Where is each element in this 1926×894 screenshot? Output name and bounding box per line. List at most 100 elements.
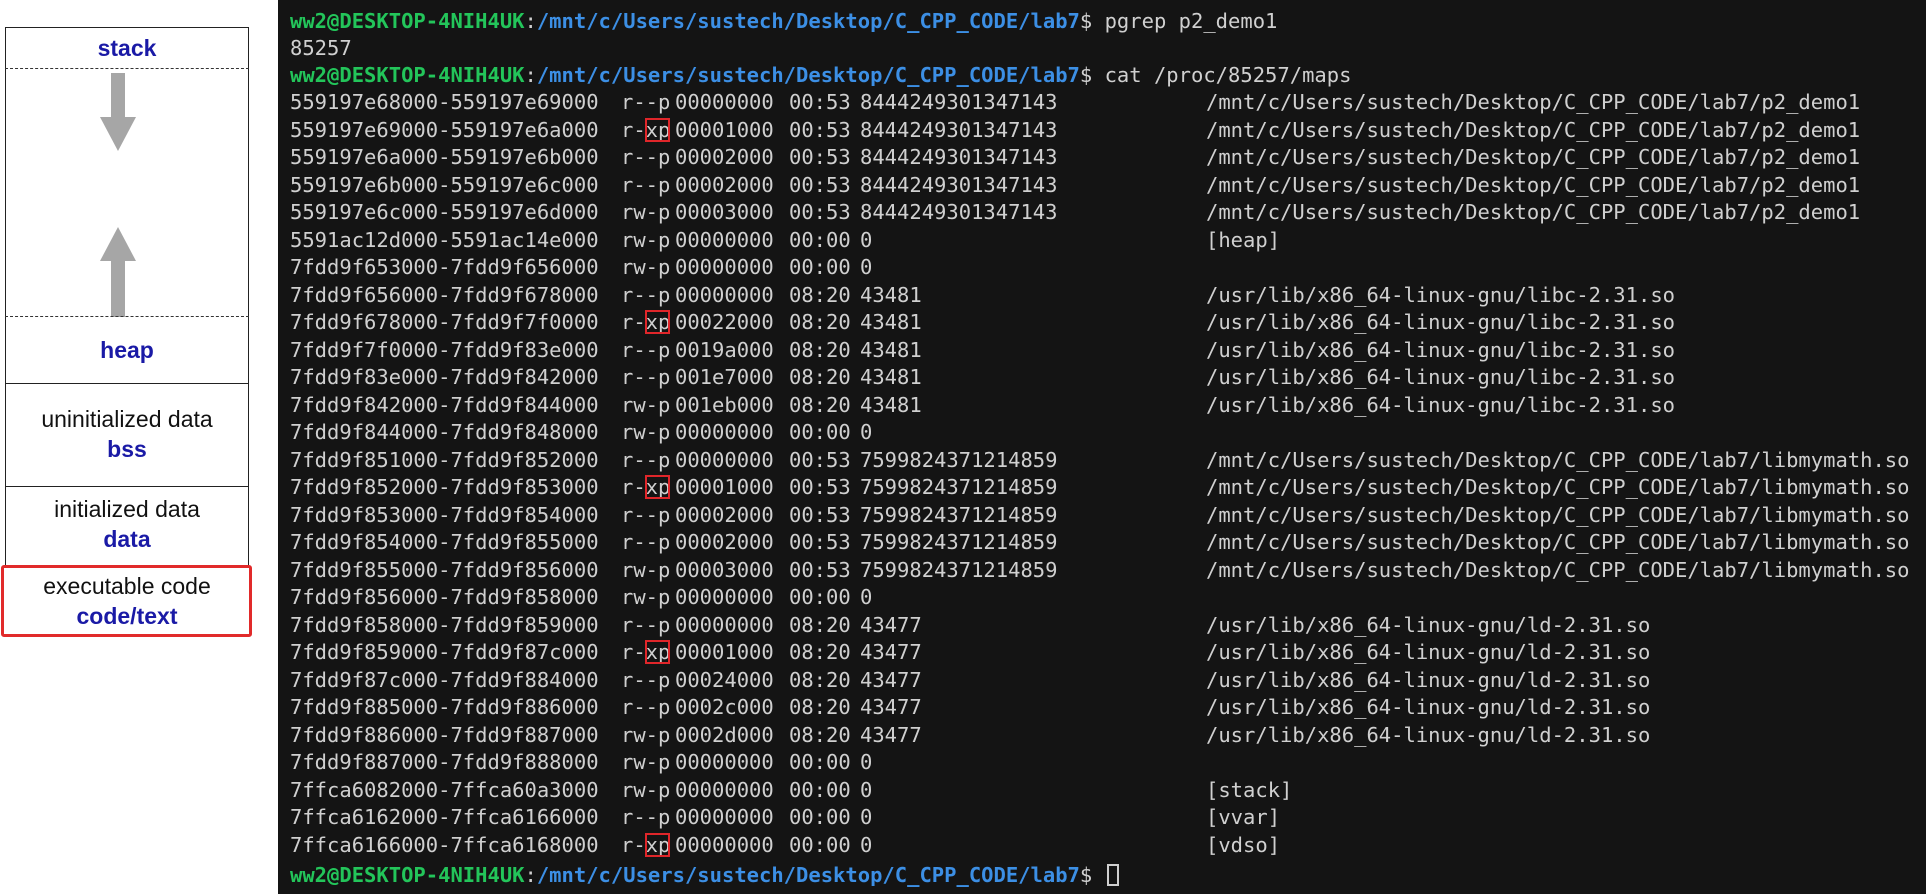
maps-row: 7fdd9f886000-7fdd9f887000rw-p0002d00008:… — [290, 722, 1650, 749]
maps-device: 08:20 — [789, 282, 860, 309]
stack-boundary-line — [5, 68, 249, 69]
maps-permissions: r-xp — [621, 832, 675, 859]
maps-permissions: rw-p — [621, 419, 675, 446]
maps-device: 00:00 — [789, 749, 860, 776]
maps-permissions: r--p — [621, 172, 675, 199]
maps-row: 7fdd9f851000-7fdd9f852000r--p0000000000:… — [290, 447, 1910, 474]
maps-pathname: /mnt/c/Users/sustech/Desktop/C_CPP_CODE/… — [1206, 529, 1910, 556]
maps-permissions: r-xp — [621, 639, 675, 666]
maps-device: 00:53 — [789, 447, 860, 474]
maps-permissions: rw-p — [621, 254, 675, 281]
maps-offset: 0002d000 — [675, 722, 789, 749]
maps-inode: 0 — [860, 804, 1206, 831]
maps-offset: 0002c000 — [675, 694, 789, 721]
maps-row: 7fdd9f842000-7fdd9f844000rw-p001eb00008:… — [290, 392, 1675, 419]
maps-row: 7fdd9f844000-7fdd9f848000rw-p0000000000:… — [290, 419, 1206, 446]
prompt-path: /mnt/c/Users/sustech/Desktop/C_CPP_CODE/… — [537, 63, 1080, 87]
maps-offset: 00003000 — [675, 199, 789, 226]
maps-inode: 8444249301347143 — [860, 172, 1206, 199]
maps-row: 7fdd9f858000-7fdd9f859000r--p0000000008:… — [290, 612, 1650, 639]
maps-device: 00:00 — [789, 227, 860, 254]
maps-inode: 43477 — [860, 639, 1206, 666]
maps-inode: 43481 — [860, 337, 1206, 364]
maps-inode: 0 — [860, 584, 1206, 611]
maps-device: 00:00 — [789, 584, 860, 611]
maps-inode: 43481 — [860, 392, 1206, 419]
maps-address-range: 7fdd9f678000-7fdd9f7f0000 — [290, 309, 621, 336]
maps-offset: 00002000 — [675, 144, 789, 171]
maps-address-range: 7fdd9f853000-7fdd9f854000 — [290, 502, 621, 529]
maps-row: 559197e6c000-559197e6d000rw-p0000300000:… — [290, 199, 1860, 226]
data-segment: initialized data data — [5, 494, 249, 554]
maps-row: 7fdd9f855000-7fdd9f856000rw-p0000300000:… — [290, 557, 1910, 584]
maps-row: 7fdd9f656000-7fdd9f678000r--p0000000008:… — [290, 282, 1675, 309]
maps-address-range: 559197e68000-559197e69000 — [290, 89, 621, 116]
maps-offset: 001e7000 — [675, 364, 789, 391]
maps-address-range: 7fdd9f885000-7fdd9f886000 — [290, 694, 621, 721]
pgrep-output: 85257 — [290, 35, 352, 62]
maps-permissions: r--p — [621, 667, 675, 694]
maps-address-range: 7fdd9f851000-7fdd9f852000 — [290, 447, 621, 474]
maps-permissions: r--p — [621, 144, 675, 171]
maps-pathname: /mnt/c/Users/sustech/Desktop/C_CPP_CODE/… — [1206, 89, 1860, 116]
maps-address-range: 7fdd9f83e000-7fdd9f842000 — [290, 364, 621, 391]
maps-permissions: r--p — [621, 804, 675, 831]
maps-permissions: r--p — [621, 612, 675, 639]
maps-device: 00:00 — [789, 804, 860, 831]
maps-row: 7fdd9f852000-7fdd9f853000r-xp0000100000:… — [290, 474, 1910, 501]
maps-inode: 43477 — [860, 694, 1206, 721]
maps-pathname: /usr/lib/x86_64-linux-gnu/ld-2.31.so — [1206, 612, 1650, 639]
terminal-cursor[interactable] — [1107, 864, 1119, 886]
memory-layout-diagram: stack heap uninitialized data bss initia… — [0, 0, 270, 894]
maps-offset: 001eb000 — [675, 392, 789, 419]
maps-pathname: /usr/lib/x86_64-linux-gnu/ld-2.31.so — [1206, 667, 1650, 694]
maps-row: 7fdd9f653000-7fdd9f656000rw-p0000000000:… — [290, 254, 1206, 281]
bss-label: bss — [5, 434, 249, 464]
code-segment-highlight — [1, 565, 252, 637]
command-text: cat /proc/85257/maps — [1105, 63, 1352, 87]
maps-offset: 00001000 — [675, 474, 789, 501]
prompt-line-active[interactable]: ww2@DESKTOP-4NIH4UK:/mnt/c/Users/sustech… — [290, 862, 1119, 889]
maps-offset: 00000000 — [675, 227, 789, 254]
prompt-separator: : — [525, 863, 537, 887]
maps-pathname: [stack] — [1206, 777, 1292, 804]
maps-row: 7fdd9f678000-7fdd9f7f0000r-xp0002200008:… — [290, 309, 1675, 336]
maps-permissions: r--p — [621, 337, 675, 364]
maps-inode: 7599824371214859 — [860, 474, 1206, 501]
maps-pathname: /usr/lib/x86_64-linux-gnu/libc-2.31.so — [1206, 364, 1675, 391]
maps-pathname: /usr/lib/x86_64-linux-gnu/libc-2.31.so — [1206, 392, 1675, 419]
maps-row: 559197e68000-559197e69000r--p0000000000:… — [290, 89, 1860, 116]
maps-device: 08:20 — [789, 309, 860, 336]
maps-row: 7fdd9f856000-7fdd9f858000rw-p0000000000:… — [290, 584, 1206, 611]
maps-device: 00:53 — [789, 199, 860, 226]
maps-permissions: rw-p — [621, 584, 675, 611]
maps-permissions: r-xp — [621, 117, 675, 144]
prompt-user-host: ww2@DESKTOP-4NIH4UK — [290, 63, 525, 87]
maps-device: 00:53 — [789, 89, 860, 116]
maps-inode: 0 — [860, 832, 1206, 859]
terminal-window[interactable]: ww2@DESKTOP-4NIH4UK:/mnt/c/Users/sustech… — [278, 0, 1926, 894]
maps-address-range: 7fdd9f842000-7fdd9f844000 — [290, 392, 621, 419]
maps-device: 08:20 — [789, 722, 860, 749]
maps-offset: 00000000 — [675, 282, 789, 309]
maps-address-range: 5591ac12d000-5591ac14e000 — [290, 227, 621, 254]
maps-address-range: 7fdd9f844000-7fdd9f848000 — [290, 419, 621, 446]
prompt-symbol: $ — [1080, 9, 1092, 33]
maps-device: 00:00 — [789, 254, 860, 281]
prompt-path: /mnt/c/Users/sustech/Desktop/C_CPP_CODE/… — [537, 863, 1080, 887]
stack-label: stack — [5, 33, 249, 63]
command-text: pgrep p2_demo1 — [1105, 9, 1278, 33]
prompt-path: /mnt/c/Users/sustech/Desktop/C_CPP_CODE/… — [537, 9, 1080, 33]
executable-flag-highlight — [645, 310, 670, 334]
maps-offset: 00001000 — [675, 639, 789, 666]
maps-pathname: /usr/lib/x86_64-linux-gnu/ld-2.31.so — [1206, 722, 1650, 749]
maps-address-range: 7fdd9f653000-7fdd9f656000 — [290, 254, 621, 281]
maps-permissions: r--p — [621, 364, 675, 391]
maps-permissions: rw-p — [621, 722, 675, 749]
maps-pathname: /usr/lib/x86_64-linux-gnu/libc-2.31.so — [1206, 282, 1675, 309]
maps-pathname: /usr/lib/x86_64-linux-gnu/libc-2.31.so — [1206, 337, 1675, 364]
executable-flag-highlight — [645, 640, 670, 664]
maps-address-range: 559197e69000-559197e6a000 — [290, 117, 621, 144]
maps-permissions: r--p — [621, 447, 675, 474]
maps-device: 08:20 — [789, 337, 860, 364]
